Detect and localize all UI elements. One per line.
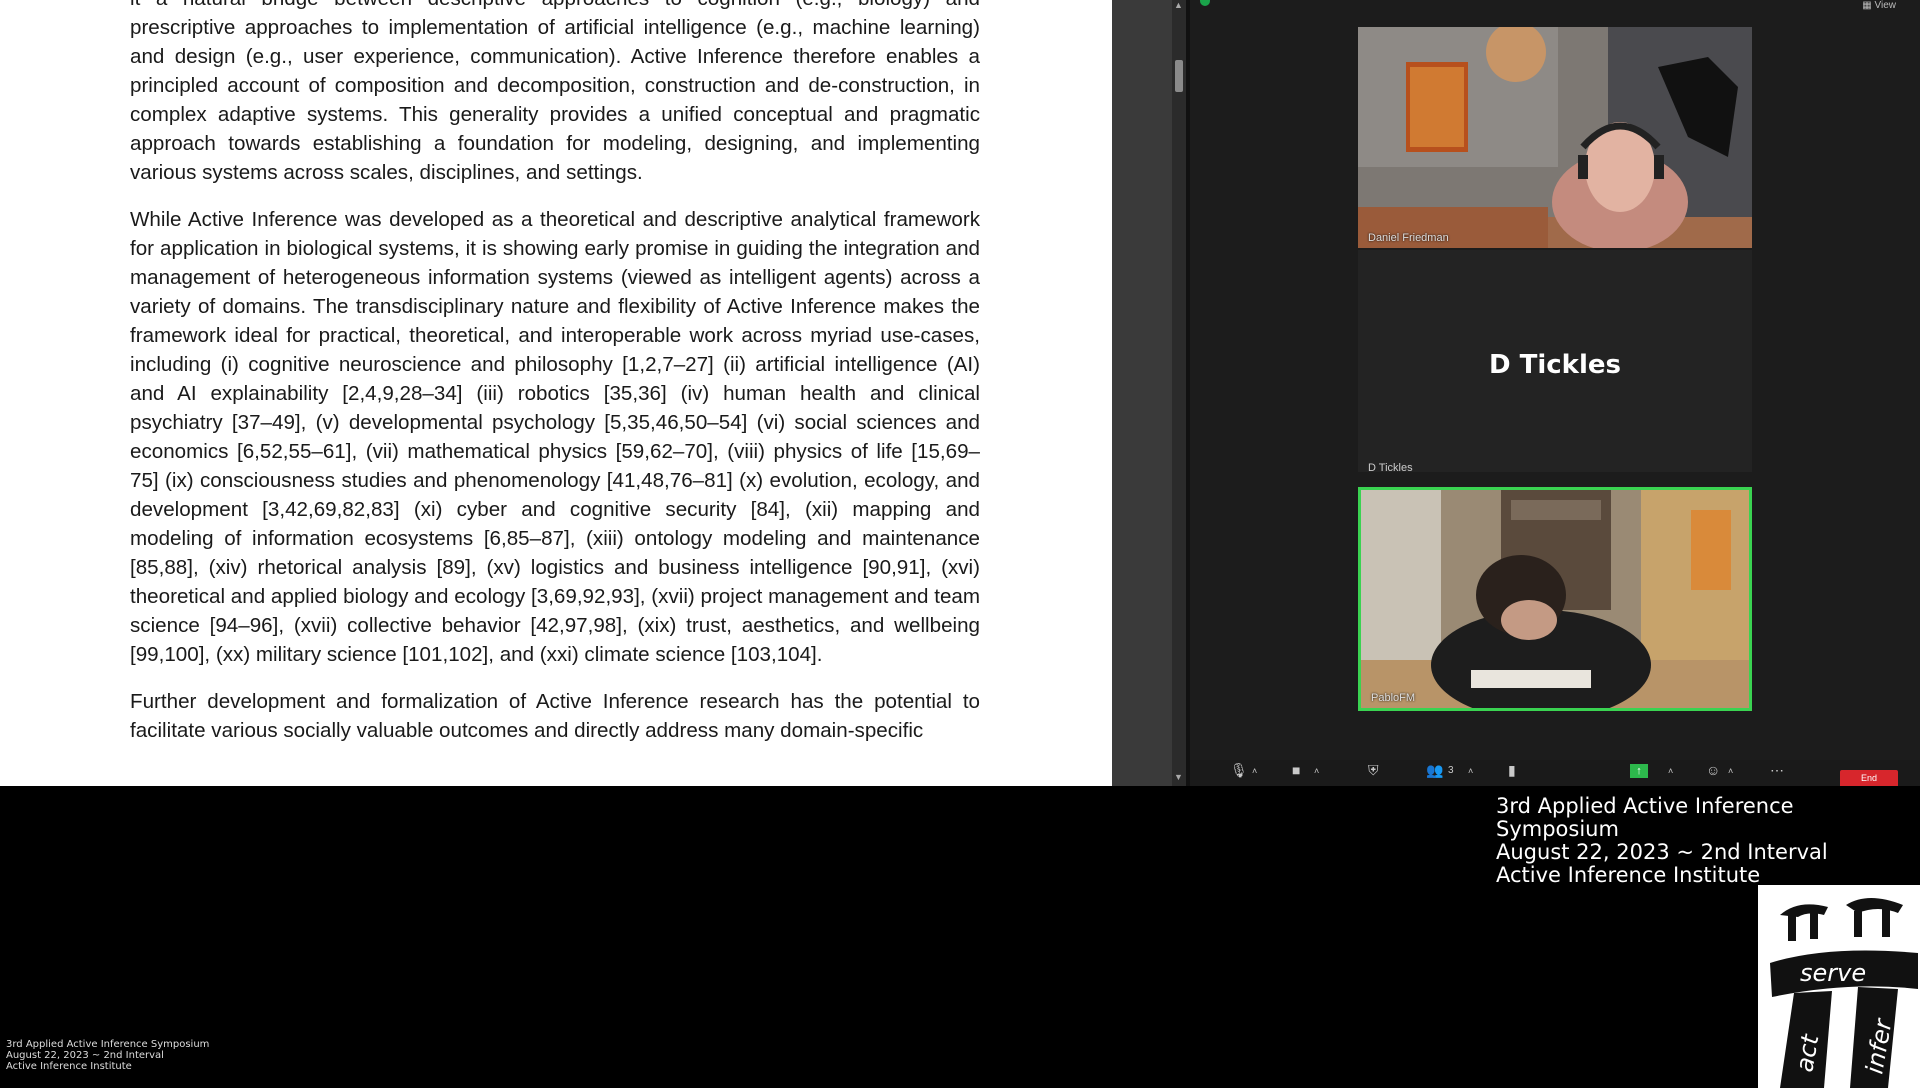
caption-line-org: Active Inference Institute bbox=[6, 1061, 132, 1072]
video-tile-daniel[interactable]: Daniel Friedman bbox=[1358, 27, 1752, 248]
stream-caption-small: 3rd Applied Active Inference Symposium A… bbox=[6, 1039, 209, 1072]
participants-count: 3 bbox=[1448, 765, 1454, 776]
polls-icon[interactable]: ▮ bbox=[1508, 762, 1516, 779]
end-meeting-button[interactable]: End bbox=[1840, 770, 1898, 786]
stream-caption: 3rd Applied Active Inference Symposium A… bbox=[1496, 795, 1920, 887]
microphone-icon[interactable]: 🎙 bbox=[1230, 762, 1248, 779]
reactions-icon[interactable]: ☺ bbox=[1706, 762, 1720, 778]
document-text: it a natural bridge between descriptive … bbox=[130, 0, 980, 763]
caption-line-date: August 22, 2023 ~ 2nd Interval bbox=[1496, 840, 1828, 864]
scroll-down-icon[interactable]: ▼ bbox=[1174, 772, 1183, 782]
camera-icon[interactable]: ■ bbox=[1292, 762, 1300, 778]
pi-logo-icon: serve act infer bbox=[1758, 885, 1920, 1088]
chevron-up-icon[interactable]: ˄ bbox=[1314, 766, 1319, 776]
participant-name: D Tickles bbox=[1368, 462, 1413, 474]
security-status-icon[interactable] bbox=[1200, 0, 1210, 6]
share-screen-icon[interactable]: ↑ bbox=[1630, 764, 1648, 778]
document-scrollbar[interactable] bbox=[1172, 0, 1186, 786]
chevron-up-icon[interactable]: ˄ bbox=[1728, 766, 1733, 776]
video-feed bbox=[1361, 490, 1749, 708]
participant-name: Daniel Friedman bbox=[1368, 232, 1449, 244]
video-feed bbox=[1358, 27, 1752, 248]
view-button[interactable]: ▦ View bbox=[1862, 0, 1896, 11]
caption-line-event: 3rd Applied Active Inference Symposium bbox=[1496, 794, 1794, 841]
meeting-window: ▦ View Daniel Friedman D Tickles D Tickl… bbox=[1190, 0, 1920, 786]
more-icon[interactable]: ⋯ bbox=[1770, 762, 1784, 779]
participant-name: PabloFM bbox=[1371, 692, 1416, 704]
chevron-up-icon[interactable]: ˄ bbox=[1668, 766, 1673, 776]
security-shield-icon[interactable]: ⛨ bbox=[1368, 762, 1379, 779]
video-tile-pablo[interactable]: PabloFM bbox=[1358, 487, 1752, 711]
document-gutter bbox=[1112, 0, 1172, 786]
chevron-up-icon[interactable]: ˄ bbox=[1468, 766, 1473, 776]
scroll-up-icon[interactable]: ▲ bbox=[1174, 0, 1183, 10]
paragraph-1: it a natural bridge between descriptive … bbox=[130, 0, 980, 184]
institute-logo: serve act infer bbox=[1758, 885, 1920, 1088]
document-viewer[interactable]: it a natural bridge between descriptive … bbox=[0, 0, 1112, 786]
grid-icon: ▦ bbox=[1862, 0, 1875, 11]
scroll-thumb[interactable] bbox=[1175, 60, 1183, 92]
paragraph-3: Further development and formalization of… bbox=[130, 690, 980, 742]
participants-icon[interactable]: 👥 bbox=[1426, 762, 1443, 779]
meeting-toolbar: 🎙 ˄ ■ ˄ ⛨ 👥 3 ˄ ▮ ↑ ˄ ☺ ˄ ⋯ End bbox=[1190, 760, 1920, 786]
chevron-up-icon[interactable]: ˄ bbox=[1252, 766, 1257, 776]
view-label: View bbox=[1874, 0, 1897, 11]
caption-line-date: August 22, 2023 ~ 2nd Interval bbox=[6, 1050, 164, 1061]
paragraph-2: While Active Inference was developed as … bbox=[130, 208, 980, 666]
participant-display-name: D Tickles bbox=[1488, 350, 1621, 380]
caption-line-org: Active Inference Institute bbox=[1496, 863, 1761, 887]
video-tile-d-tickles[interactable]: D Tickles bbox=[1358, 250, 1752, 472]
caption-line-event: 3rd Applied Active Inference Symposium bbox=[6, 1039, 210, 1050]
logo-serve-text: serve bbox=[1800, 959, 1866, 987]
